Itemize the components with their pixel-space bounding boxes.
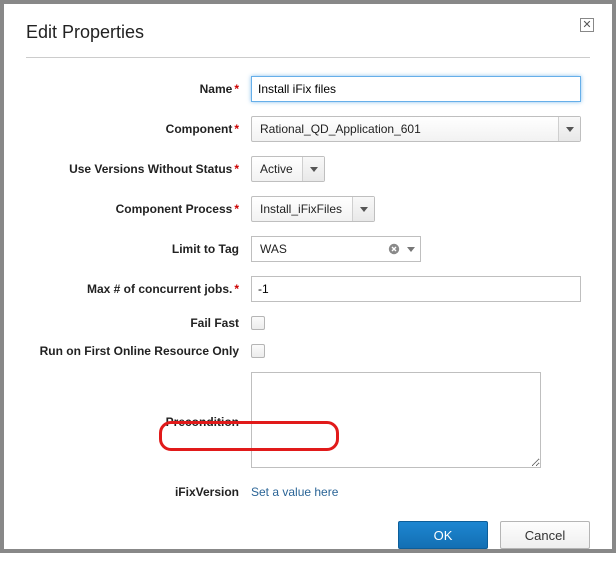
versions-without-status-select[interactable]: Active: [251, 156, 325, 182]
cancel-button[interactable]: Cancel: [500, 521, 590, 549]
limit-to-tag-input[interactable]: WAS: [251, 236, 421, 262]
close-icon[interactable]: ✕: [580, 18, 594, 32]
limit-to-tag-label: Limit to Tag: [26, 242, 241, 256]
component-select[interactable]: Rational_QD_Application_601: [251, 116, 581, 142]
clear-tag-icon[interactable]: [386, 241, 402, 257]
component-process-label: Component Process*: [26, 202, 241, 216]
dialog-title: Edit Properties: [26, 22, 590, 43]
component-process-select[interactable]: Install_iFixFiles: [251, 196, 375, 222]
ifix-version-set-link[interactable]: Set a value here: [251, 485, 338, 499]
fail-fast-checkbox[interactable]: [251, 316, 265, 330]
ok-button[interactable]: OK: [398, 521, 488, 549]
first-online-label: Run on First Online Resource Only: [26, 344, 241, 358]
first-online-checkbox[interactable]: [251, 344, 265, 358]
chevron-down-icon: [402, 247, 420, 252]
properties-form: Name* Component* Rational_QD_Application…: [26, 76, 590, 499]
ifix-version-label: iFixVersion: [26, 485, 241, 499]
name-label: Name*: [26, 82, 241, 96]
chevron-down-icon: [302, 157, 324, 181]
chevron-down-icon: [352, 197, 374, 221]
max-concurrent-label: Max # of concurrent jobs.*: [26, 282, 241, 296]
max-concurrent-input[interactable]: [251, 276, 581, 302]
precondition-textarea[interactable]: [251, 372, 541, 468]
fail-fast-label: Fail Fast: [26, 316, 241, 330]
chevron-down-icon: [558, 117, 580, 141]
divider: [26, 57, 590, 58]
precondition-label: Precondition: [26, 415, 241, 429]
name-input[interactable]: [251, 76, 581, 102]
component-label: Component*: [26, 122, 241, 136]
edit-properties-dialog: Edit Properties ✕ Name* Component* Ratio…: [4, 4, 612, 549]
dialog-buttons: OK Cancel: [26, 499, 590, 567]
versions-without-status-label: Use Versions Without Status*: [26, 162, 241, 176]
